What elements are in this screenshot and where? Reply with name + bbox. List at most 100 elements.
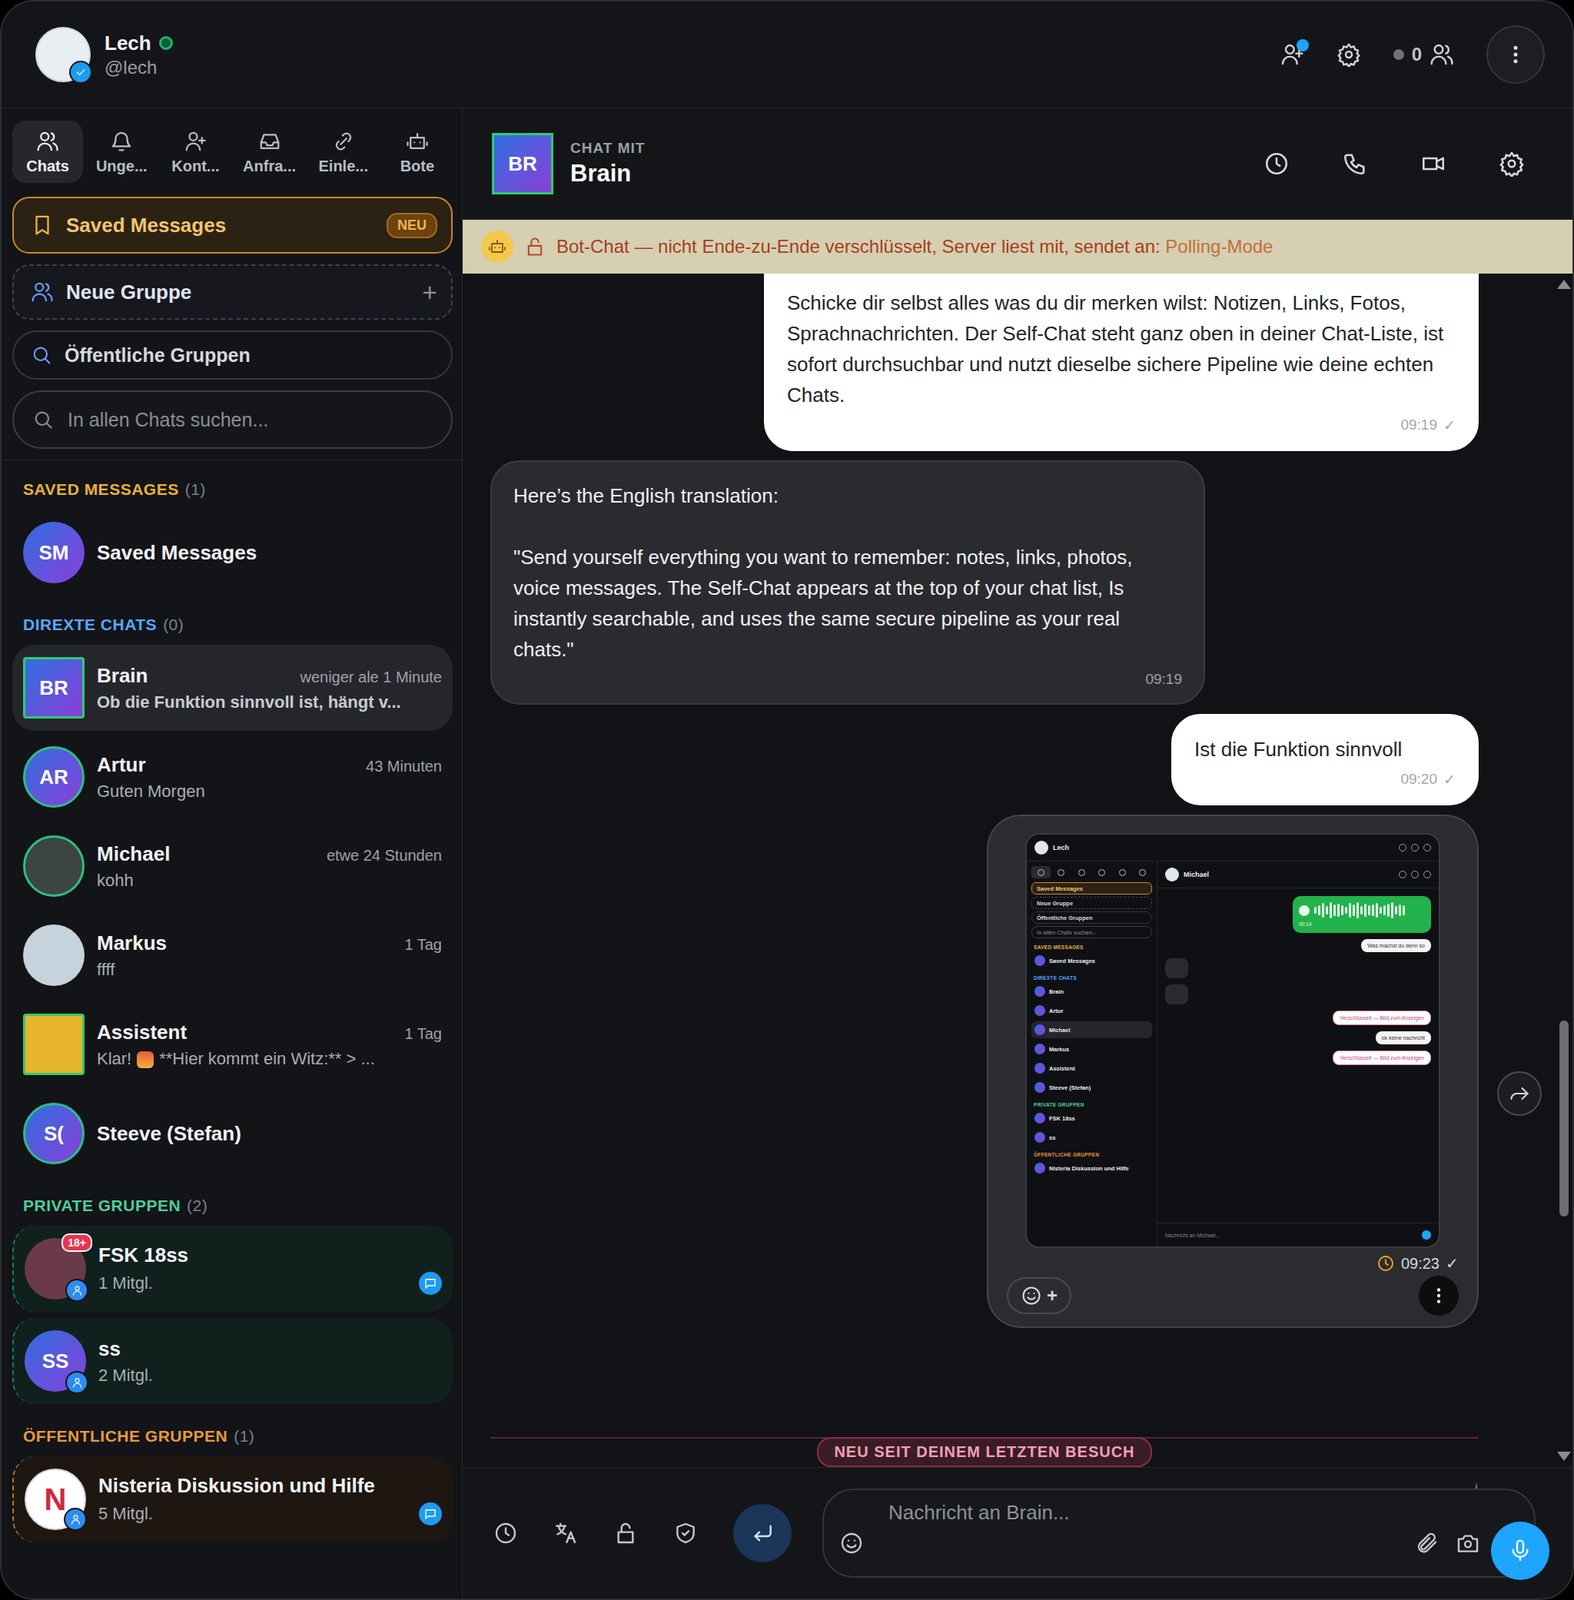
- scroll-up-icon[interactable]: [1557, 279, 1571, 289]
- search-icon: [30, 344, 53, 366]
- user-handle: @lech: [104, 56, 173, 79]
- shot-sidebar: Saved MessagesNeue GruppeÖffentliche Gru…: [1026, 861, 1158, 1247]
- call-button[interactable]: [1341, 150, 1369, 177]
- video-button[interactable]: [1420, 150, 1447, 177]
- tab[interactable]: Einle...: [308, 120, 379, 183]
- shot-contact-name: Michael: [1183, 870, 1209, 879]
- chat-row[interactable]: Markus1 Tagffff: [12, 912, 453, 999]
- window-frame: Lech@lech 0 Chats Unge... Kont... Anfra...Ein…: [0, 0, 1574, 1600]
- reaction-button[interactable]: +: [1006, 1277, 1072, 1315]
- message-bubble[interactable]: Ist die Funktion sinnvoll09:20✓: [1171, 713, 1479, 806]
- message-input[interactable]: Nachricht an Brain...: [822, 1488, 1536, 1578]
- tab[interactable]: Unge...: [86, 120, 157, 183]
- voice-button[interactable]: [1490, 1521, 1550, 1581]
- new-group-label: Neue Gruppe: [66, 280, 192, 305]
- enter-button[interactable]: [733, 1504, 792, 1563]
- shot-icon: [1411, 843, 1419, 852]
- search-input[interactable]: [66, 408, 433, 432]
- timer-button[interactable]: [1263, 150, 1290, 177]
- chat-row[interactable]: NNisteria Diskussion und Hilfe5 Mitgl.: [12, 1456, 453, 1543]
- row-content: Nisteria Diskussion und Hilfe5 Mitgl.: [98, 1474, 442, 1526]
- chat-avatar[interactable]: BR: [491, 132, 554, 195]
- wave-bar: [1364, 903, 1367, 917]
- wave-bar: [1344, 906, 1348, 914]
- chat-row[interactable]: BRBrainweniger ale 1 MinuteOb die Funkti…: [12, 644, 453, 731]
- timer-button[interactable]: [493, 1520, 519, 1546]
- shot-message-row: [1165, 958, 1432, 979]
- profile[interactable]: Lech@lech: [35, 26, 173, 83]
- new-group-button[interactable]: Neue Gruppe+: [12, 264, 453, 320]
- screenshot-preview[interactable]: LechSaved MessagesNeue GruppeÖffentliche…: [1025, 833, 1441, 1249]
- check-icon: [74, 66, 87, 79]
- saved-messages-button[interactable]: Saved MessagesNEU: [12, 196, 453, 254]
- tab-label: Kont...: [171, 157, 220, 176]
- age-badge: 18+: [61, 1233, 93, 1252]
- settings-button[interactable]: [1336, 42, 1362, 67]
- clock-icon: [493, 1520, 519, 1546]
- shot-chat-row: ss: [1031, 1129, 1153, 1146]
- camera-button[interactable]: [1455, 1530, 1481, 1556]
- row-header: Saved Messages: [96, 541, 442, 565]
- menu-button[interactable]: [1486, 25, 1545, 84]
- shot-row-avatar: [1034, 1082, 1046, 1093]
- chat-time: 43 Minuten: [365, 757, 442, 776]
- clock-icon: [1263, 150, 1290, 177]
- verified-icon: [69, 60, 93, 84]
- tab-label: Chats: [26, 157, 70, 176]
- scroll-thumb[interactable]: [1559, 1020, 1569, 1217]
- chat-row[interactable]: SM Saved Messages: [12, 509, 453, 596]
- online-status[interactable]: 0: [1393, 42, 1455, 67]
- wave-bar: [1375, 903, 1379, 918]
- public-groups-button[interactable]: Öffentliche Gruppen: [12, 330, 453, 380]
- row-footer: kohh: [96, 870, 442, 891]
- search-field[interactable]: [12, 390, 453, 449]
- message-bubble[interactable]: Schicke dir selbst alles was du dir merk…: [763, 273, 1479, 452]
- message-bubble[interactable]: Here’s the English translation: "Send yo…: [490, 460, 1206, 705]
- shot-chat-row: Saved Messages: [1031, 952, 1153, 970]
- contact-requests-button[interactable]: [1279, 42, 1305, 67]
- shot-chat-row: Steeve (Stefan): [1031, 1079, 1153, 1096]
- tab[interactable]: Kont...: [159, 120, 231, 183]
- tab[interactable]: Bote: [381, 120, 453, 183]
- message-menu-button[interactable]: [1418, 1275, 1459, 1316]
- avatar-initials: SM: [39, 541, 70, 565]
- chat-preview: Guten Morgen: [96, 781, 206, 802]
- tab[interactable]: Anfra...: [233, 120, 305, 183]
- avatar: N: [24, 1468, 87, 1531]
- shot-avatar: [1034, 840, 1049, 855]
- scroll-down-icon[interactable]: [1557, 1451, 1571, 1462]
- chat-settings-button[interactable]: [1498, 150, 1525, 177]
- chat-row[interactable]: 18+FSK 18ss1 Mitgl.: [12, 1225, 453, 1312]
- shot-text-bubble: Verschlüsselt — Bild zum Anzeigen: [1332, 1010, 1432, 1026]
- emoji-icon: [136, 1051, 154, 1069]
- message-meta: 09:19: [513, 670, 1183, 688]
- chat-row[interactable]: ARArtur43 MinutenGuten Morgen: [12, 733, 453, 821]
- public-groups-label: Öffentliche Gruppen: [64, 344, 251, 367]
- sidebar: Chats Unge... Kont... Anfra...Einle...Bote S…: [1, 108, 463, 1599]
- user-avatar[interactable]: [35, 26, 91, 83]
- chat-row[interactable]: Michaeletwe 24 Stundenkohh: [12, 823, 453, 910]
- wave-bar: [1368, 905, 1371, 916]
- emoji-button[interactable]: [839, 1530, 864, 1556]
- shot-message-row: ok keine nachricht: [1165, 1031, 1432, 1045]
- chat-row[interactable]: S(Steeve (Stefan): [12, 1090, 453, 1177]
- chat-section: PRIVATE GRUPPEN(2)18+FSK 18ss1 Mitgl.SSs…: [12, 1176, 453, 1408]
- shot-chat: Michael00:14Was machst du denn soVerschl…: [1157, 861, 1439, 1247]
- chat-row[interactable]: SSss2 Mitgl.: [12, 1318, 453, 1405]
- shot-message-row: Was machst du denn so: [1165, 939, 1432, 953]
- scroll-track[interactable]: [1559, 293, 1569, 1448]
- image-message[interactable]: LechSaved MessagesNeue GruppeÖffentliche…: [986, 814, 1479, 1329]
- tab[interactable]: Chats: [12, 120, 84, 183]
- chat-name: Steeve (Stefan): [96, 1122, 242, 1146]
- attach-button[interactable]: [1414, 1530, 1439, 1556]
- row-content: Assistent1 TagKlar!**Hier kommt ein Witz…: [96, 1020, 442, 1070]
- message-time: 09:20: [1400, 770, 1438, 789]
- scrollbar[interactable]: [1555, 273, 1573, 1468]
- shot-body: Saved MessagesNeue GruppeÖffentliche Gru…: [1026, 861, 1439, 1247]
- encryption-button[interactable]: [613, 1520, 638, 1546]
- translate-button[interactable]: [553, 1520, 578, 1546]
- forward-button[interactable]: [1497, 1071, 1542, 1116]
- chat-row[interactable]: Assistent1 TagKlar!**Hier kommt ein Witz…: [12, 1001, 453, 1088]
- wave-bar: [1348, 903, 1352, 918]
- shield-button[interactable]: [673, 1520, 698, 1546]
